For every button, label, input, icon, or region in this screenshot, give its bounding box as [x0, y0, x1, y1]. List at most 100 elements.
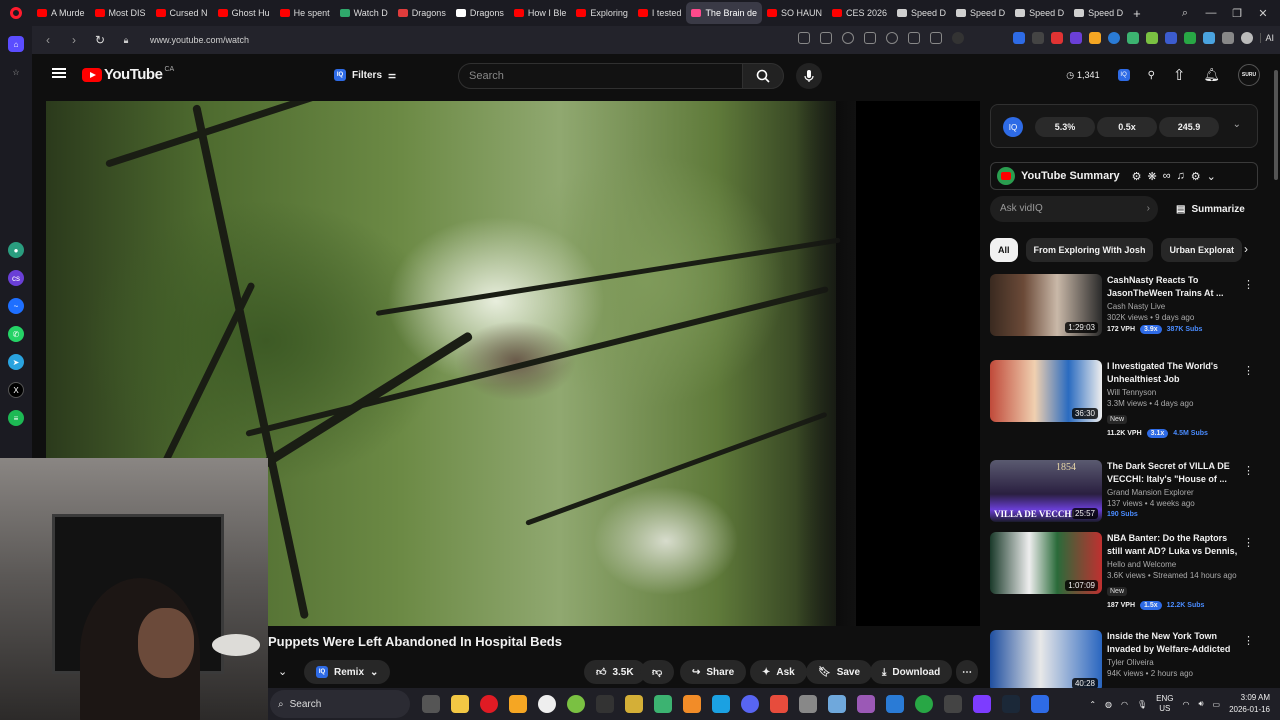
more-vertical-icon[interactable]: ⋮: [1243, 364, 1254, 377]
browser-tab[interactable]: Most DIS: [90, 2, 151, 24]
dislike-button[interactable]: 👎︎: [640, 660, 675, 684]
browser-tab[interactable]: Cursed N: [151, 2, 213, 24]
youtube-logo[interactable]: YouTube CA: [82, 66, 174, 83]
browser-tab[interactable]: Speed D: [1069, 2, 1128, 24]
telegram-icon[interactable]: ➤: [8, 354, 24, 370]
task-view-icon[interactable]: [422, 695, 440, 713]
app-icon[interactable]: [944, 695, 962, 713]
recommended-video[interactable]: VILLA DE VECCHI 1854 25:57 The Dark Secret …: [990, 460, 1258, 524]
extension-icon[interactable]: [1051, 32, 1064, 44]
ask-vidiq-input[interactable]: Ask vidIQ ›: [990, 196, 1158, 222]
microphone-icon[interactable]: 🎙︎: [1137, 700, 1147, 709]
app-icon[interactable]: [1031, 695, 1049, 713]
summarize-button[interactable]: ▤ Summarize: [1176, 204, 1245, 215]
more-vertical-icon[interactable]: ⋮: [1243, 464, 1254, 477]
language-indicator[interactable]: ENG US: [1156, 694, 1173, 714]
browser-tab[interactable]: Speed D: [1010, 2, 1069, 24]
audio-icon[interactable]: ♫: [1177, 170, 1185, 182]
glasses-icon[interactable]: ∞: [1163, 170, 1171, 182]
steam-icon[interactable]: [1002, 695, 1020, 713]
profile-icon[interactable]: [952, 32, 964, 44]
browser-tab[interactable]: He spent: [275, 2, 335, 24]
video-title[interactable]: I Investigated The World's Unhealthiest …: [1107, 360, 1239, 386]
chevron-right-icon[interactable]: ›: [1244, 242, 1248, 256]
extension-icon[interactable]: [1032, 32, 1045, 44]
channel-name[interactable]: Cash Nasty Live: [1107, 302, 1239, 311]
browser-tab[interactable]: CES 2026: [827, 2, 892, 24]
app-icon[interactable]: [770, 695, 788, 713]
opera-icon[interactable]: [480, 695, 498, 713]
vlc-icon[interactable]: [683, 695, 701, 713]
more-actions-button[interactable]: ⋯: [956, 660, 978, 684]
video-title[interactable]: NBA Banter: Do the Raptors still want AD…: [1107, 532, 1239, 558]
notifications-bell-icon[interactable]: 🔔︎: [1203, 67, 1220, 83]
extension-icon[interactable]: [1165, 32, 1178, 44]
close-window-button[interactable]: ✕: [1256, 6, 1270, 20]
play-icon[interactable]: [864, 32, 876, 44]
extension-icon[interactable]: [1241, 32, 1254, 44]
messenger-icon[interactable]: ~: [8, 298, 24, 314]
browser-tab[interactable]: Ghost Hu: [213, 2, 275, 24]
browser-tab[interactable]: Speed D: [892, 2, 951, 24]
openai-icon[interactable]: ❋: [1147, 170, 1156, 183]
more-vertical-icon[interactable]: ⋮: [1243, 634, 1254, 647]
search-tabs-icon[interactable]: ⌕: [1178, 6, 1192, 20]
chevron-right-icon[interactable]: ›: [1147, 196, 1150, 222]
browser-tab[interactable]: Speed D: [951, 2, 1010, 24]
whatsapp-icon[interactable]: ✆: [8, 326, 24, 342]
filter-chip[interactable]: All: [990, 238, 1018, 262]
browser-tab[interactable]: How I Ble: [509, 2, 572, 24]
edit-icon[interactable]: [798, 32, 810, 44]
chevron-up-icon[interactable]: ⌃: [1089, 700, 1096, 709]
new-tab-button[interactable]: +: [1128, 2, 1146, 24]
video-thumbnail[interactable]: VILLA DE VECCHI 1854 25:57: [990, 460, 1102, 522]
extension-icon[interactable]: [1108, 32, 1121, 44]
ai-button[interactable]: AI: [1260, 33, 1274, 43]
taskbar-search[interactable]: ⌕ Search: [270, 690, 410, 718]
save-button[interactable]: 🔖︎ Save: [806, 660, 873, 684]
chevron-down-icon[interactable]: ⌄: [1233, 119, 1241, 130]
battery-icon[interactable]: ▭: [1213, 700, 1221, 709]
recommended-video[interactable]: 36:30 I Investigated The World's Unhealth…: [990, 360, 1258, 438]
app-icon[interactable]: [654, 695, 672, 713]
chatgpt-icon[interactable]: ●: [8, 242, 24, 258]
app-icon[interactable]: [567, 695, 585, 713]
video-thumbnail[interactable]: 40:28: [990, 630, 1102, 692]
browser-tab[interactable]: Dragons: [393, 2, 451, 24]
extension-icon[interactable]: [1013, 32, 1026, 44]
camera-icon[interactable]: [820, 32, 832, 44]
chatgpt-icon[interactable]: [538, 695, 556, 713]
x-icon[interactable]: X: [8, 382, 24, 398]
channel-name[interactable]: Hello and Welcome: [1107, 560, 1239, 569]
filter-chip[interactable]: Urban Explorat: [1161, 238, 1242, 262]
app-icon[interactable]: [973, 695, 991, 713]
download-icon[interactable]: [908, 32, 920, 44]
star-icon[interactable]: ☆: [8, 64, 24, 80]
wifi-icon[interactable]: ◠: [1182, 700, 1189, 709]
settings-icon[interactable]: ⚙: [1191, 170, 1201, 183]
video-thumbnail[interactable]: 1:29:03: [990, 274, 1102, 336]
url-field[interactable]: www.youtube.com/watch: [150, 35, 249, 45]
share-button[interactable]: ↪ Share: [680, 660, 747, 684]
avatar[interactable]: SURU: [1238, 64, 1260, 86]
discord-icon[interactable]: [741, 695, 759, 713]
channel-name[interactable]: Will Tennyson: [1107, 388, 1239, 397]
app-icon[interactable]: [828, 695, 846, 713]
forward-icon[interactable]: ›: [64, 30, 84, 50]
vidiq-logo-icon[interactable]: IQ: [1003, 117, 1023, 137]
shield-icon[interactable]: [842, 32, 854, 44]
vidiq-counter[interactable]: ◷ 1,341: [1066, 70, 1099, 81]
extension-icon[interactable]: [1070, 32, 1083, 44]
browser-tab[interactable]: SO HAUN: [762, 2, 827, 24]
browser-tab[interactable]: A Murde: [32, 2, 90, 24]
clock[interactable]: 3:09 AM 2026-01-16: [1229, 692, 1270, 716]
browser-tab[interactable]: Exploring: [571, 2, 633, 24]
extension-icon[interactable]: [1127, 32, 1140, 44]
cs-icon[interactable]: cs: [8, 270, 24, 286]
video-title[interactable]: The Dark Secret of VILLA DE VECCHI: Ital…: [1107, 460, 1239, 486]
app-icon[interactable]: [857, 695, 875, 713]
lock-icon[interactable]: 🔒︎: [116, 30, 136, 50]
browser-tab[interactable]: Watch D: [335, 2, 393, 24]
bolt-icon[interactable]: [509, 695, 527, 713]
extension-icon[interactable]: [1146, 32, 1159, 44]
